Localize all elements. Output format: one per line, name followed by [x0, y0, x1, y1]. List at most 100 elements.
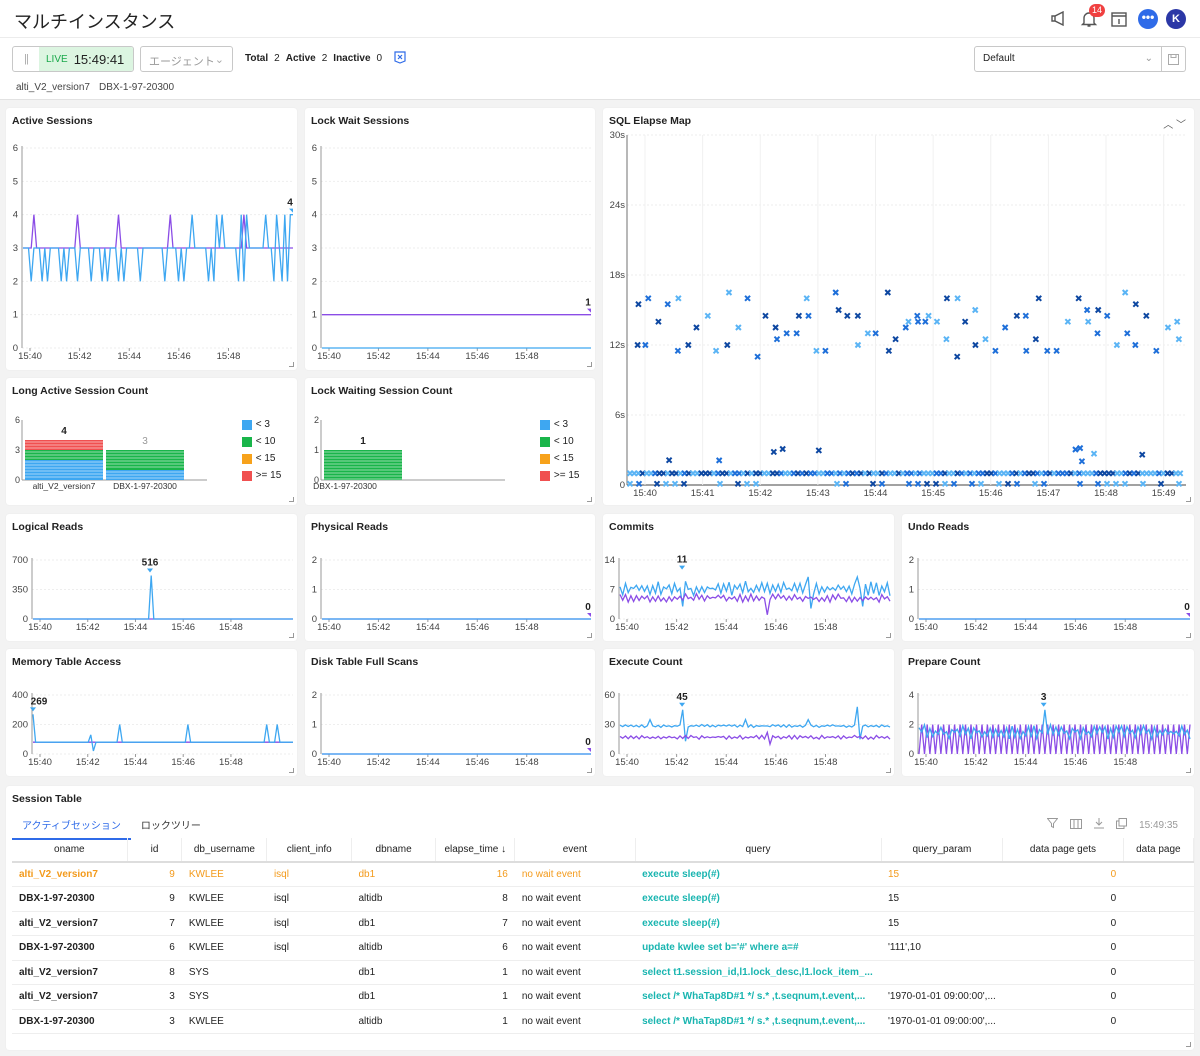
- bar-segment[interactable]: [106, 450, 184, 470]
- scatter-point[interactable]: [941, 480, 949, 488]
- cell-query[interactable]: update kwlee set b='#' where a=#: [635, 935, 881, 961]
- instance-tag[interactable]: DBX-1-97-20300: [99, 82, 174, 93]
- column-header[interactable]: event: [514, 838, 636, 863]
- megaphone-icon[interactable]: [1048, 8, 1070, 30]
- chevron-up-icon[interactable]: ︿: [1163, 120, 1173, 131]
- scatter-point[interactable]: [1023, 347, 1030, 355]
- scatter-point[interactable]: [1075, 295, 1082, 302]
- table-row[interactable]: DBX-1-97-20300 6 KWLEE isql altidb 6 no wait e…: [12, 935, 1194, 961]
- table-row[interactable]: alti_V2_version7 8 SYS db1 1 no wait event sel…: [12, 960, 1194, 985]
- scatter-point[interactable]: [833, 480, 841, 488]
- scatter-point[interactable]: [734, 480, 742, 488]
- scatter-point[interactable]: [653, 480, 661, 488]
- scatter-point[interactable]: [1176, 470, 1184, 477]
- scatter-point[interactable]: [1175, 335, 1183, 343]
- scatter-point[interactable]: [995, 480, 1003, 488]
- column-header[interactable]: client_info: [266, 838, 352, 863]
- scatter-point[interactable]: [972, 306, 979, 314]
- column-header[interactable]: query: [635, 838, 882, 863]
- scatter-point[interactable]: [1032, 335, 1040, 343]
- scatter-point[interactable]: [1121, 289, 1129, 296]
- bar-segment[interactable]: [106, 470, 184, 480]
- scatter-point[interactable]: [1153, 347, 1160, 355]
- scatter-point[interactable]: [923, 480, 931, 488]
- scatter-point[interactable]: [744, 295, 751, 302]
- scatter-point[interactable]: [772, 324, 779, 331]
- scatter-point[interactable]: [943, 335, 950, 343]
- cell-query[interactable]: execute sleep(#): [635, 862, 881, 887]
- scatter-point[interactable]: [773, 335, 781, 343]
- scatter-point[interactable]: [822, 347, 829, 355]
- scatter-point[interactable]: [1132, 341, 1139, 349]
- scatter-point[interactable]: [680, 480, 688, 488]
- scatter-point[interactable]: [704, 312, 712, 320]
- scatter-point[interactable]: [724, 341, 731, 349]
- collapse-expand-icons[interactable]: ︿ ﹀: [1163, 116, 1186, 131]
- scatter-point[interactable]: [902, 324, 909, 331]
- legend-item[interactable]: < 15: [539, 450, 580, 467]
- column-header[interactable]: query_param: [881, 838, 1004, 863]
- scatter-point[interactable]: [869, 480, 877, 488]
- scatter-point[interactable]: [693, 324, 700, 331]
- scatter-point[interactable]: [864, 330, 872, 337]
- live-control[interactable]: || LIVE 15:49:41: [12, 46, 134, 72]
- scatter-point[interactable]: [712, 347, 720, 355]
- scatter-point[interactable]: [914, 318, 922, 325]
- scatter-point[interactable]: [1121, 480, 1129, 488]
- cell-query[interactable]: select t1.session_id,l1.lock_desc,l1.loc…: [635, 960, 881, 985]
- table-row[interactable]: alti_V2_version7 7 KWLEE isql db1 7 no wait ev…: [12, 911, 1194, 936]
- scatter-point[interactable]: [932, 480, 940, 488]
- tab-lock-tree[interactable]: ロックツリー: [131, 814, 211, 840]
- scatter-point[interactable]: [626, 480, 634, 488]
- column-header[interactable]: data page gets: [1002, 838, 1124, 863]
- scatter-point[interactable]: [982, 335, 989, 343]
- bar-segment[interactable]: [324, 450, 402, 480]
- scatter-point[interactable]: [779, 445, 786, 453]
- scatter-point[interactable]: [752, 480, 760, 488]
- bar-segment[interactable]: [25, 450, 103, 460]
- pause-icon[interactable]: ||: [13, 47, 39, 71]
- instance-tag[interactable]: alti_V2_version7: [16, 82, 90, 93]
- scatter-point[interactable]: [854, 312, 862, 320]
- scatter-point[interactable]: [1157, 480, 1165, 488]
- clear-filter-icon[interactable]: [394, 51, 406, 67]
- table-row[interactable]: DBX-1-97-20300 9 KWLEE isql altidb 8 no wait e…: [12, 886, 1194, 912]
- chat-icon[interactable]: •••: [1138, 9, 1158, 29]
- scatter-point[interactable]: [674, 347, 682, 355]
- legend-item[interactable]: >= 15: [539, 467, 579, 484]
- scatter-point[interactable]: [1040, 480, 1048, 488]
- agent-select[interactable]: エージェント ⌄: [140, 46, 233, 72]
- scatter-point[interactable]: [715, 457, 723, 464]
- table-row[interactable]: DBX-1-97-20300 3 KWLEE altidb 1 no wait event…: [12, 1009, 1194, 1034]
- scatter-point[interactable]: [1164, 324, 1172, 331]
- table-row[interactable]: alti_V2_version7 9 KWLEE isql db1 16 no wait e…: [12, 862, 1194, 887]
- scatter-point[interactable]: [950, 480, 958, 488]
- scatter-point[interactable]: [878, 480, 886, 488]
- scatter-point[interactable]: [716, 480, 724, 488]
- scatter-point[interactable]: [943, 295, 951, 302]
- columns-icon[interactable]: [1070, 818, 1083, 832]
- legend-item[interactable]: < 3: [539, 416, 580, 433]
- avatar[interactable]: K: [1166, 9, 1186, 29]
- scatter-point[interactable]: [954, 295, 961, 302]
- legend-item[interactable]: < 10: [241, 433, 282, 450]
- chevron-down-icon[interactable]: ﹀: [1176, 120, 1186, 131]
- scatter-point[interactable]: [815, 447, 823, 454]
- download-icon[interactable]: [1094, 818, 1105, 832]
- scatter-point[interactable]: [835, 306, 842, 314]
- scatter-point[interactable]: [754, 353, 761, 360]
- scatter-point[interactable]: [1084, 318, 1092, 325]
- scatter-point[interactable]: [770, 448, 778, 456]
- cell-query[interactable]: select /* WhaTap8D#1 */ s.* ,t.seqnum,t.…: [635, 984, 881, 1010]
- scatter-point[interactable]: [635, 300, 642, 308]
- scatter-point[interactable]: [1083, 306, 1091, 314]
- scatter-point[interactable]: [664, 300, 671, 308]
- scatter-point[interactable]: [842, 480, 850, 488]
- popup-icon[interactable]: [1116, 818, 1128, 832]
- scatter-point[interactable]: [1001, 324, 1009, 331]
- scatter-point[interactable]: [1139, 480, 1147, 488]
- scatter-point[interactable]: [635, 480, 643, 488]
- scatter-point[interactable]: [1143, 312, 1150, 320]
- scatter-point[interactable]: [977, 480, 985, 488]
- scatter-point[interactable]: [1053, 347, 1060, 355]
